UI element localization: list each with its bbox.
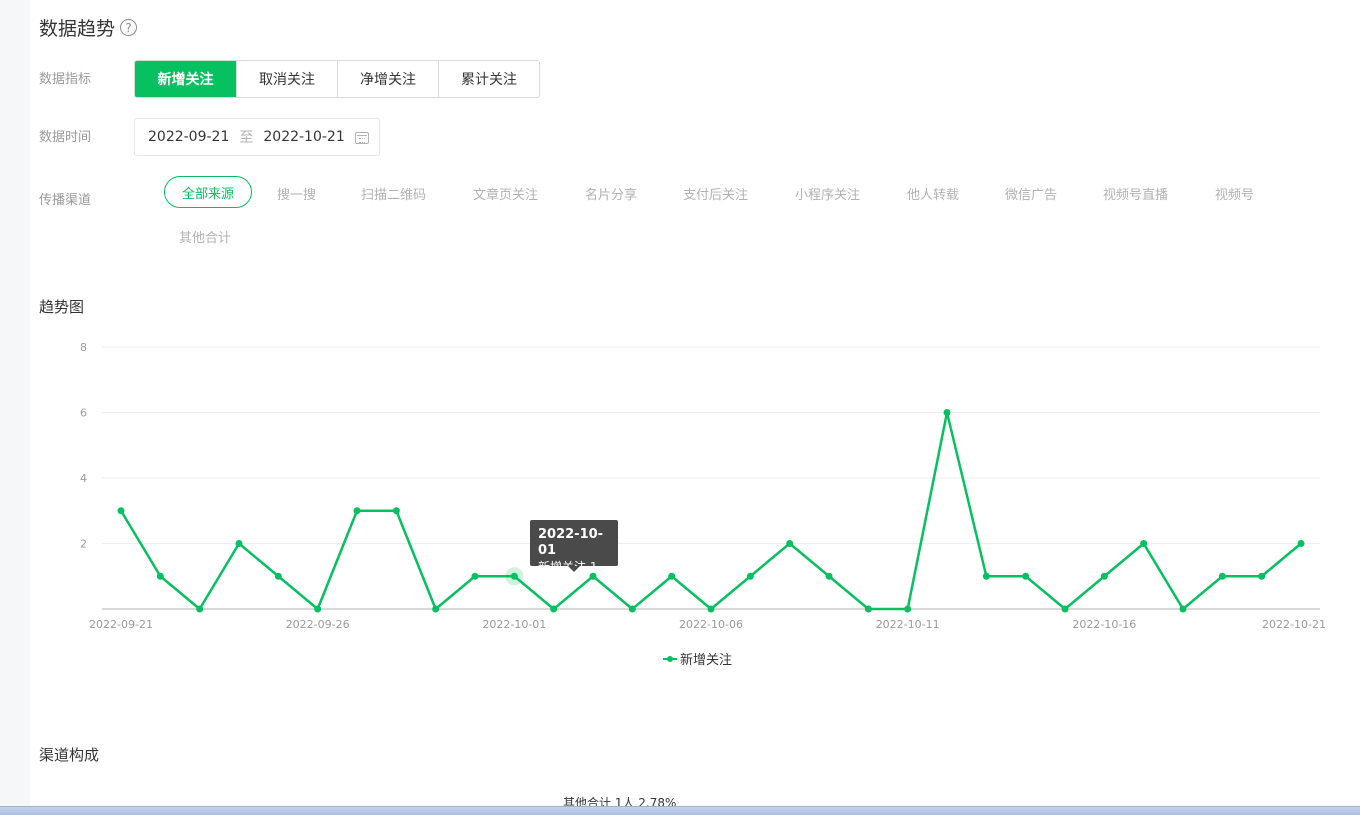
calendar-icon[interactable] (355, 132, 369, 144)
data-point (1258, 572, 1266, 580)
data-point (1022, 572, 1030, 580)
data-point (1140, 540, 1148, 547)
data-point (746, 572, 754, 580)
data-point (864, 605, 872, 613)
y-tick-label: 8 (80, 341, 87, 354)
x-tick-label: 2022-10-16 (1072, 618, 1136, 631)
question-circle-icon[interactable]: ? (120, 19, 138, 36)
channel-other-total[interactable]: 其他合计 (179, 227, 231, 246)
data-point (235, 540, 243, 547)
data-point (550, 605, 558, 613)
data-point (392, 507, 400, 515)
legend-series-label: 新增关注 (680, 653, 733, 668)
data-point (904, 605, 912, 613)
date-range-picker[interactable]: 2022-09-21 至 2022-10-21 (134, 118, 380, 156)
x-tick-label: 2022-10-01 (482, 618, 546, 631)
data-point (1100, 572, 1108, 580)
data-point (825, 572, 833, 580)
chart-legend[interactable]: 新增关注 (663, 649, 732, 668)
channel-all-sources[interactable]: 全部来源 (164, 176, 252, 208)
y-tick-label: 2 (80, 538, 87, 551)
data-point (707, 605, 715, 613)
x-tick-label: 2022-10-21 (1262, 618, 1326, 631)
tooltip-date: 2022-10-01 (538, 527, 604, 558)
page-title: 数据趋势 ? (39, 14, 138, 41)
date-separator: 至 (239, 130, 254, 146)
x-tick-label: 2022-10-06 (679, 618, 743, 631)
data-point (1061, 605, 1069, 613)
channel-label: 传播渠道 (39, 193, 92, 208)
data-point (156, 572, 164, 580)
channel-mini-program[interactable]: 小程序关注 (795, 184, 860, 203)
x-tick-label: 2022-09-21 (89, 618, 153, 631)
time-label: 数据时间 (39, 130, 92, 145)
data-point (1297, 540, 1305, 547)
channel-card-share[interactable]: 名片分享 (585, 184, 637, 203)
metric-unfollow-button[interactable]: 取消关注 (236, 61, 337, 97)
data-point (274, 572, 282, 580)
metric-label: 数据指标 (39, 72, 92, 87)
tooltip-value: 新增关注 1 (538, 560, 598, 574)
data-point (628, 605, 636, 613)
metric-selector: 新增关注 取消关注 净增关注 累计关注 (134, 60, 540, 98)
data-point (510, 572, 518, 580)
data-point (1218, 572, 1226, 580)
channel-after-payment[interactable]: 支付后关注 (683, 184, 748, 203)
channel-repost[interactable]: 他人转载 (907, 184, 959, 203)
x-tick-label: 2022-09-26 (286, 618, 350, 631)
trend-title: 趋势图 (39, 298, 85, 316)
channel-article[interactable]: 文章页关注 (473, 184, 538, 203)
channel-search[interactable]: 搜一搜 (277, 184, 316, 203)
channel-composition-title: 渠道构成 (39, 746, 100, 764)
channel-wechat-ads[interactable]: 微信广告 (1005, 184, 1057, 203)
data-point (1179, 605, 1187, 613)
data-point (943, 409, 951, 416)
date-end[interactable]: 2022-10-21 (263, 129, 344, 145)
channel-qrcode[interactable]: 扫描二维码 (361, 184, 426, 203)
page-title-text: 数据趋势 (39, 18, 116, 40)
date-start[interactable]: 2022-09-21 (148, 129, 229, 145)
channel-live-video[interactable]: 视频号直播 (1103, 184, 1168, 203)
x-tick-label: 2022-10-11 (876, 618, 940, 631)
data-point (314, 605, 322, 613)
y-tick-label: 6 (80, 407, 87, 420)
metric-total-follow-button[interactable]: 累计关注 (438, 61, 539, 97)
y-tick-label: 4 (80, 472, 87, 485)
data-point (786, 540, 794, 547)
data-point (668, 572, 676, 580)
trend-line-chart[interactable]: 24682022-09-21 2022-09-26 2022-10-01 2022-1… (30, 330, 1330, 640)
series-line (119, 411, 1302, 611)
data-point (196, 605, 204, 613)
metric-new-follow-button[interactable]: 新增关注 (135, 61, 236, 97)
data-point (353, 507, 361, 515)
data-point (471, 572, 479, 580)
data-point (117, 507, 125, 515)
channel-video-account[interactable]: 视频号 (1215, 184, 1254, 203)
legend-series-icon (663, 654, 677, 664)
data-point (432, 605, 440, 613)
metric-net-follow-button[interactable]: 净增关注 (337, 61, 438, 97)
data-point (982, 572, 990, 580)
chart-tooltip: 2022-10-01 新增关注 1 (530, 520, 618, 574)
os-taskbar (0, 806, 1360, 815)
